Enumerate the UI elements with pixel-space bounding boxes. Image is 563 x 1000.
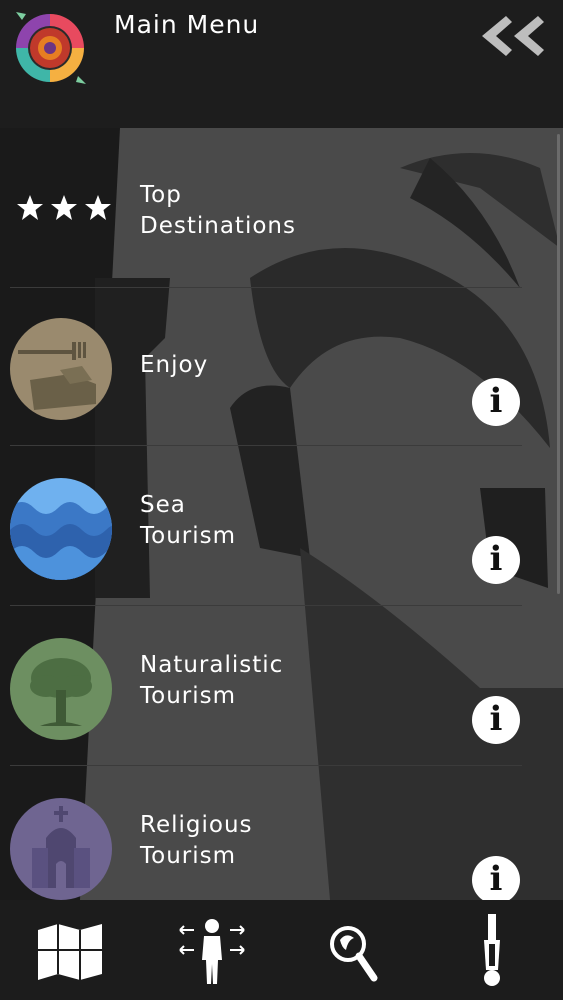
magnifier-icon[interactable]	[312, 910, 392, 990]
menu-item-label: Enjoy	[140, 352, 209, 378]
menu-item-label: Destinations	[140, 213, 296, 239]
info-button[interactable]: i	[472, 536, 520, 584]
app-logo-icon[interactable]	[12, 8, 90, 88]
menu-item-religious-tourism[interactable]: Religious Tourism i	[10, 768, 522, 900]
sea-waves-icon	[10, 478, 112, 580]
menu-item-naturalistic-tourism[interactable]: Naturalistic Tourism i	[10, 608, 522, 766]
collapse-menu-icon[interactable]	[476, 12, 552, 60]
menu-item-label: Naturalistic	[140, 652, 284, 678]
menu-item-label: Tourism	[140, 523, 237, 549]
church-icon	[10, 798, 112, 900]
menu-item-label: Tourism	[140, 683, 237, 709]
menu-item-sea-tourism[interactable]: Sea Tourism i	[10, 448, 522, 606]
menu-item-enjoy[interactable]: Enjoy i	[10, 288, 522, 446]
map-icon[interactable]	[30, 910, 110, 990]
app-header: Main Menu	[0, 0, 563, 128]
divider	[10, 445, 522, 446]
three-stars-icon	[17, 195, 111, 220]
menu-item-label: Religious	[140, 812, 253, 838]
menu-item-label: Top	[140, 182, 182, 208]
info-button[interactable]: i	[472, 696, 520, 744]
menu-list-area[interactable]: Top Destinations Enjoy i Sea Tourism i N…	[0, 128, 563, 900]
scrollbar[interactable]	[557, 134, 560, 594]
divider	[10, 605, 522, 606]
menu-item-top-destinations[interactable]: Top Destinations	[10, 130, 522, 288]
divider	[10, 765, 522, 766]
menu-item-label: Tourism	[140, 843, 237, 869]
screwdriver-icon[interactable]	[452, 910, 532, 990]
enjoy-restaurant-icon	[10, 318, 112, 420]
menu-item-label: Sea	[140, 492, 186, 518]
info-button[interactable]: i	[472, 378, 520, 426]
page-title: Main Menu	[114, 10, 260, 39]
info-button[interactable]: i	[472, 856, 520, 900]
tree-icon	[10, 638, 112, 740]
bottom-nav	[0, 900, 563, 1000]
person-directions-icon[interactable]	[172, 910, 252, 990]
